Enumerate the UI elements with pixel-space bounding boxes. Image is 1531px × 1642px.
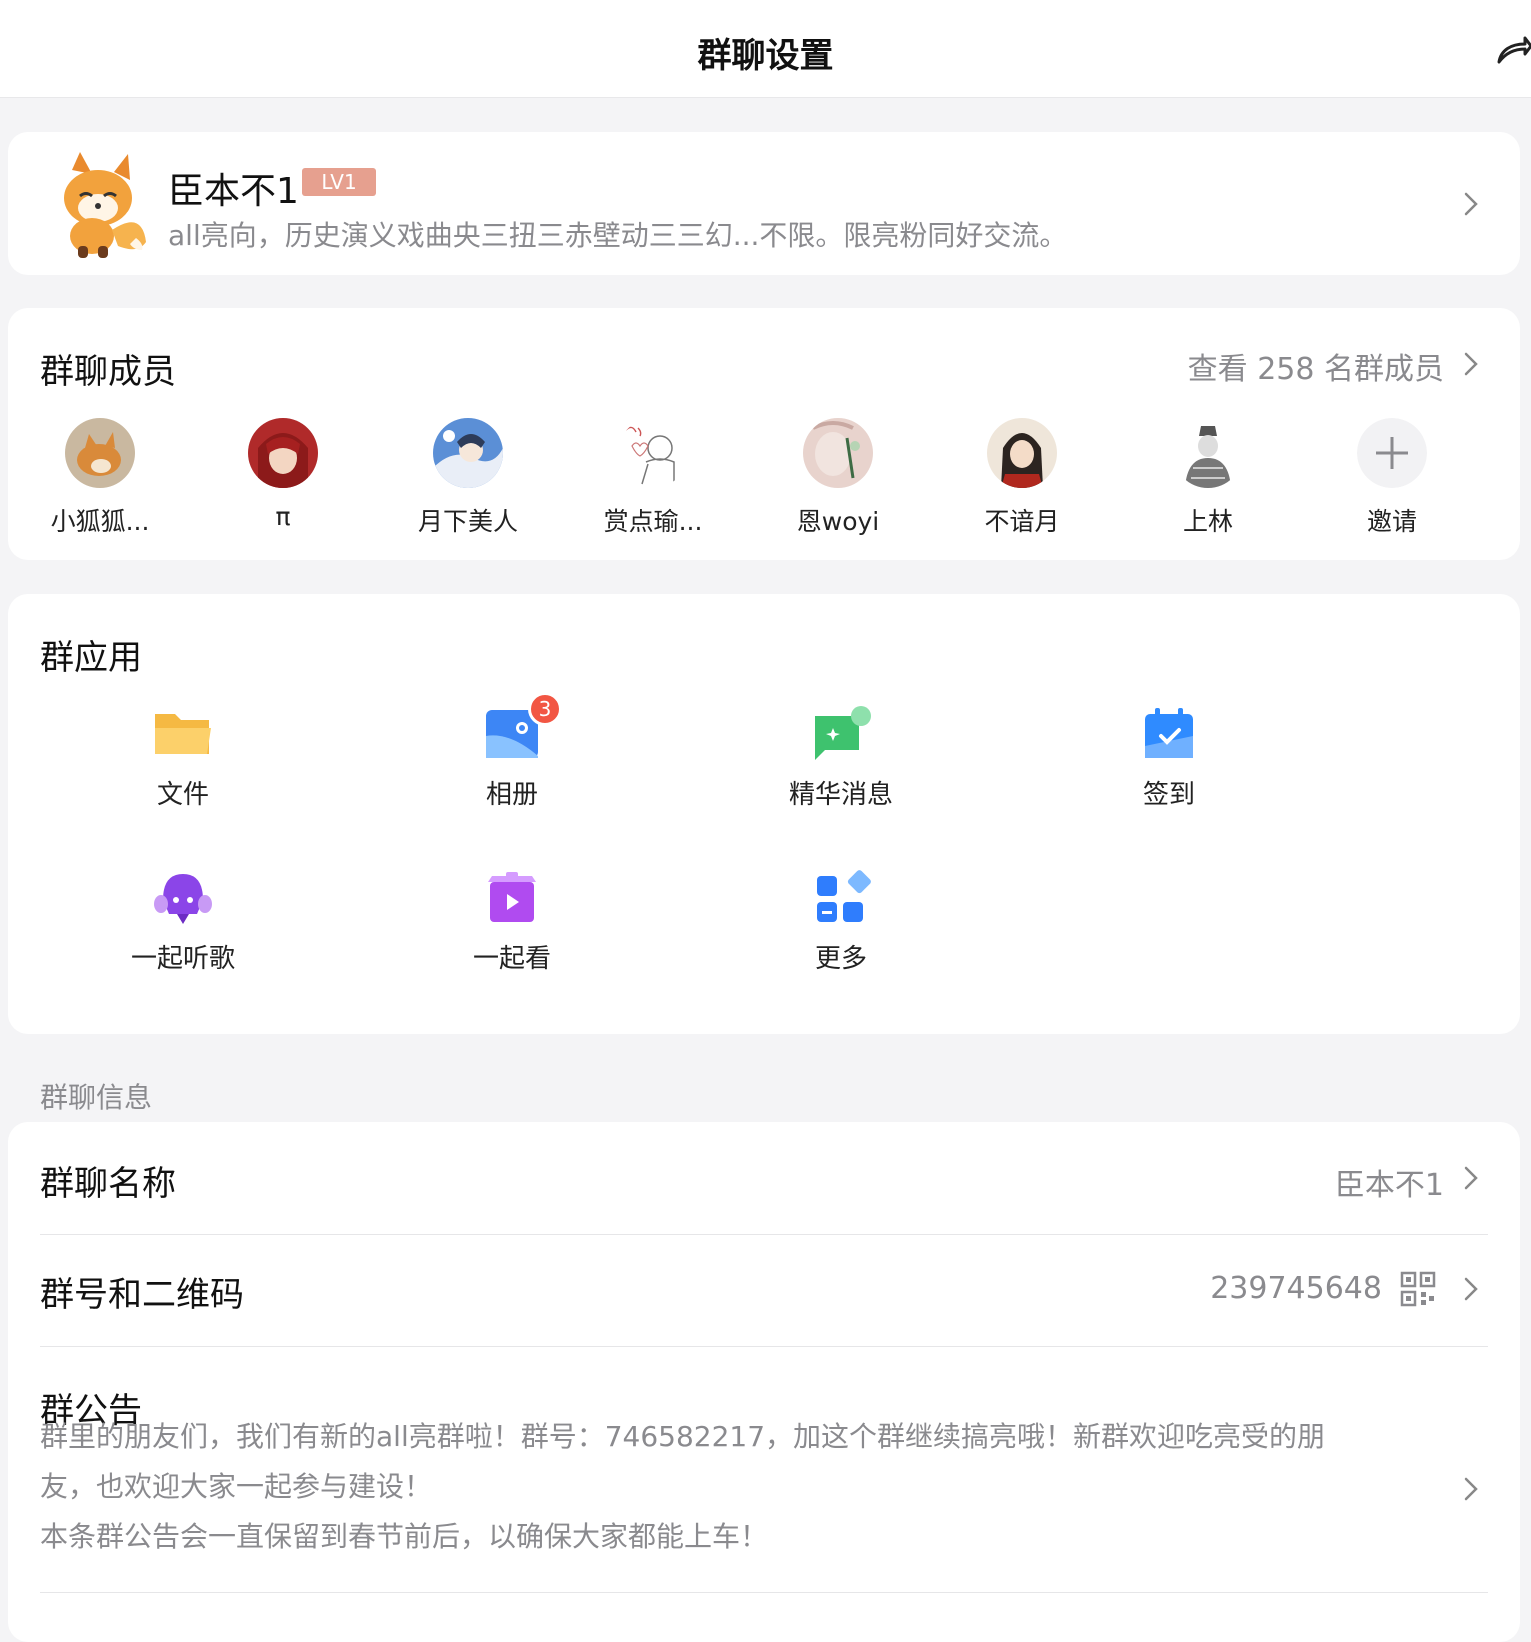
chevron-right-icon [1464,1277,1478,1301]
group-profile-card[interactable]: 臣本不1 LV1 all亮向，历史演义戏曲央三扭三赤壁动三三幻...不限。限亮粉… [8,132,1520,275]
row-label: 群号和二维码 [40,1275,244,1315]
app-label: 一起看 [472,944,551,974]
listen-together-icon [154,874,212,924]
app-label: 更多 [814,944,867,974]
group-name-row[interactable]: 群聊名称 臣本不1 [8,1122,1520,1234]
member-avatar [618,418,688,488]
share-arrow-icon[interactable] [1495,30,1531,70]
member-avatar [1173,418,1243,488]
app-album[interactable]: 3 相册 [432,692,592,811]
member-avatar [803,418,873,488]
member-avatar [248,418,318,488]
member-name: 小狐狐... [50,507,150,536]
chevron-right-icon [1464,1477,1478,1501]
divider [40,1592,1488,1593]
notice-content: 群里的朋友们，我们有新的all亮群啦！群号：746582217，加这个群继续搞亮… [40,1412,1440,1562]
row-value: 臣本不1 [1334,1168,1444,1203]
member-item[interactable]: 月下美人 [398,418,538,538]
member-name: 月下美人 [417,507,518,536]
checkin-calendar-icon [1145,708,1193,758]
group-info-card: 群聊名称 臣本不1 群号和二维码 239745648 群公告 群里的朋友们，我们… [8,1122,1520,1642]
member-item[interactable]: 赏点瑜... [583,418,723,538]
folder-icon [155,714,211,754]
chevron-right-icon [1464,192,1478,216]
app-more[interactable]: 更多 [761,870,921,975]
section-label-group-info: 群聊信息 [40,1081,153,1114]
group-description: all亮向，历史演义戏曲央三扭三赤壁动三三幻...不限。限亮粉同好交流。 [168,219,1068,252]
notice-line: 本条群公告会一直保留到春节前后，以确保大家都能上车！ [40,1520,769,1553]
app-label: 精华消息 [788,780,893,810]
chevron-right-icon [1464,1166,1478,1190]
member-item[interactable]: 小狐狐... [30,418,170,538]
app-featured-messages[interactable]: 精华消息 [761,706,921,811]
chevron-right-icon[interactable] [1462,350,1480,378]
app-label: 文件 [156,780,209,810]
app-checkin[interactable]: 签到 [1089,706,1249,811]
watch-together-icon [488,872,536,922]
more-apps-icon [817,870,871,922]
member-avatar [65,418,135,488]
group-apps-card: 群应用 文件 3 相册 精华消息 签到 一起听歌 一起看 更多 [8,594,1520,1034]
unread-badge: 3 [528,692,562,726]
app-watch-together[interactable]: 一起看 [432,870,592,975]
member-item[interactable]: 上林 [1138,418,1278,538]
group-id-row[interactable]: 群号和二维码 239745648 [8,1235,1520,1347]
plus-icon [1357,418,1427,488]
app-listen-together[interactable]: 一起听歌 [103,870,263,975]
members-title: 群聊成员 [40,352,176,392]
invite-label: 邀请 [1366,507,1417,536]
invite-member-button[interactable]: 邀请 [1322,418,1462,538]
row-label: 群聊名称 [40,1164,176,1204]
app-files[interactable]: 文件 [103,706,263,811]
apps-title: 群应用 [40,638,142,678]
app-label: 一起听歌 [130,944,235,974]
member-name: 不谙月 [984,507,1060,536]
app-label: 签到 [1142,780,1195,810]
group-members-card: 群聊成员 查看 258 名群成员 小狐狐... π 月下美人 赏点瑜... 恩w… [8,308,1520,560]
album-icon-wrap: 3 [480,692,562,762]
member-name: 上林 [1182,507,1233,536]
member-name: 恩woyi [796,507,880,536]
member-name: π [275,502,291,531]
notice-line: 群里的朋友们，我们有新的all亮群啦！群号：746582217，加这个群继续搞亮… [40,1420,1326,1453]
row-value: 239745648 [1210,1271,1382,1306]
notice-line: 友，也欢迎大家一起参与建设！ [40,1470,433,1503]
member-item[interactable]: π [213,418,353,531]
app-label: 相册 [485,780,538,810]
member-name: 赏点瑜... [603,507,703,536]
member-item[interactable]: 恩woyi [768,418,908,538]
member-avatar [987,418,1057,488]
page-title: 群聊设置 [697,36,834,76]
group-avatar [64,152,146,258]
view-all-members-link[interactable]: 查看 258 名群成员 [1188,344,1444,388]
featured-message-icon [815,706,871,760]
qr-code-icon [1400,1271,1436,1307]
member-item[interactable]: 不谙月 [952,418,1092,538]
level-badge: LV1 [302,168,376,196]
group-name: 臣本不1 [168,171,299,212]
member-avatar [433,418,503,488]
top-bar: 群聊设置 [0,0,1531,98]
